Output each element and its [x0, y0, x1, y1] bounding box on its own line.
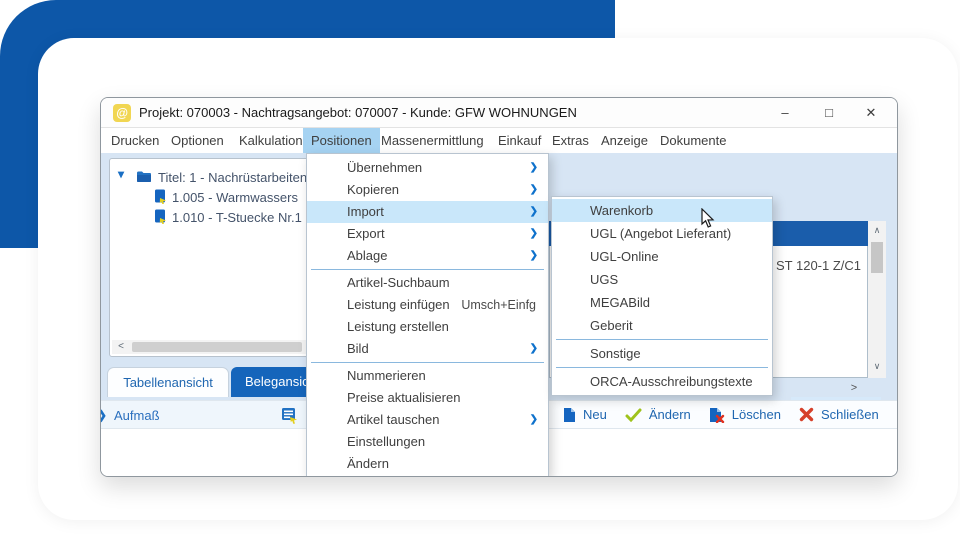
- submenu-arrow-icon: ❯: [530, 338, 538, 360]
- tree-node-label[interactable]: 1.010 - T-Stuecke Nr.1: [172, 208, 302, 228]
- menu-separator: [552, 365, 772, 370]
- menu-item-ablage[interactable]: Ablage❯: [307, 245, 548, 267]
- aufmass-label: Aufmaß: [114, 401, 160, 430]
- menubar-item-dokumente[interactable]: Dokumente: [652, 128, 734, 153]
- window-title: Projekt: 070003 - Nachtragsangebot: 0700…: [139, 98, 577, 128]
- action-bar: Neu Ändern Löschen: [549, 400, 898, 429]
- scrollbar-thumb[interactable]: [871, 242, 883, 273]
- loeschen-label: Löschen: [732, 407, 781, 422]
- position-document-icon: [154, 189, 168, 204]
- aendern-button[interactable]: Ändern: [625, 407, 691, 422]
- submenu-item-ugs[interactable]: UGS: [552, 268, 772, 291]
- new-document-icon: [563, 407, 576, 423]
- positionen-dropdown-menu: Übernehmen❯ Kopieren❯ Import❯ Export❯ Ab…: [306, 153, 549, 477]
- menubar-item-anzeige[interactable]: Anzeige: [593, 128, 656, 153]
- neu-button[interactable]: Neu: [563, 407, 607, 423]
- folder-icon: [136, 170, 152, 183]
- tree-node-label[interactable]: Titel: 1 - Nachrüstarbeiten: [158, 168, 307, 188]
- menubar-item-optionen[interactable]: Optionen: [163, 128, 232, 153]
- menu-item-artikel-tauschen[interactable]: Artikel tauschen❯: [307, 409, 548, 431]
- delete-document-icon: [709, 407, 725, 423]
- description-vertical-scrollbar[interactable]: ∧ ∨: [868, 221, 886, 378]
- menubar: Drucken Optionen Kalkulation Positionen …: [101, 128, 897, 153]
- scroll-right-icon[interactable]: >: [845, 381, 863, 395]
- submenu-item-warenkorb[interactable]: Warenkorb: [552, 199, 772, 222]
- loeschen-button[interactable]: Löschen: [709, 407, 781, 423]
- chevron-down-icon[interactable]: ▾: [118, 167, 124, 181]
- menu-item-kopieren[interactable]: Kopieren❯: [307, 179, 548, 201]
- checkmark-icon: [625, 408, 642, 422]
- aendern-label: Ändern: [649, 407, 691, 422]
- menubar-item-kalkulation[interactable]: Kalkulation: [231, 128, 311, 153]
- menu-item-export[interactable]: Export❯: [307, 223, 548, 245]
- titlebar: @ Projekt: 070003 - Nachtragsangebot: 07…: [101, 98, 897, 128]
- menu-item-einstellungen[interactable]: Einstellungen: [307, 431, 548, 453]
- menu-item-leistung-erstellen[interactable]: Leistung erstellen: [307, 316, 548, 338]
- submenu-arrow-icon: ❯: [530, 409, 538, 431]
- scroll-up-icon[interactable]: ∧: [868, 223, 886, 237]
- close-button[interactable]: ✕: [851, 98, 891, 127]
- submenu-arrow-icon: ❯: [530, 245, 538, 267]
- chevron-right-icon[interactable]: ❯: [100, 408, 107, 422]
- submenu-item-megabild[interactable]: MEGABild: [552, 291, 772, 314]
- import-submenu: Warenkorb UGL (Angebot Lieferant) UGL-On…: [551, 196, 773, 396]
- submenu-item-orca-ausschreibungstexte[interactable]: ORCA-Ausschreibungstexte: [552, 370, 772, 393]
- menu-item-aendern[interactable]: Ändern: [307, 453, 548, 475]
- shortcut-label: Umsch+Einfg: [461, 294, 536, 316]
- submenu-arrow-icon: ❯: [530, 179, 538, 201]
- menubar-item-massenermittlung[interactable]: Massenermittlung: [373, 128, 492, 153]
- menu-item-preise-aktualisieren[interactable]: Preise aktualisieren: [307, 387, 548, 409]
- menu-separator: [552, 337, 772, 342]
- menu-item-bild[interactable]: Bild❯: [307, 338, 548, 360]
- app-window: @ Projekt: 070003 - Nachtragsangebot: 07…: [100, 97, 898, 477]
- schliessen-button[interactable]: Schließen: [799, 407, 879, 422]
- position-document-icon: [154, 209, 168, 224]
- menubar-item-positionen[interactable]: Positionen: [303, 128, 380, 153]
- scroll-down-icon[interactable]: ∨: [868, 359, 886, 373]
- submenu-arrow-icon: ❯: [530, 157, 538, 179]
- submenu-item-ugl-angebot-lieferant[interactable]: UGL (Angebot Lieferant): [552, 222, 772, 245]
- menubar-item-drucken[interactable]: Drucken: [103, 128, 167, 153]
- menubar-item-einkauf[interactable]: Einkauf: [490, 128, 549, 153]
- schliessen-label: Schließen: [821, 407, 879, 422]
- submenu-arrow-icon: ❯: [530, 201, 538, 223]
- measurement-sheet-icon[interactable]: [281, 407, 298, 424]
- close-x-icon: [799, 407, 814, 422]
- menu-item-leistung-einfuegen[interactable]: Leistung einfügenUmsch+Einfg: [307, 294, 548, 316]
- submenu-item-geberit[interactable]: Geberit: [552, 314, 772, 337]
- submenu-item-ugl-online[interactable]: UGL-Online: [552, 245, 772, 268]
- app-logo-icon: @: [113, 104, 131, 122]
- menubar-item-extras[interactable]: Extras: [544, 128, 597, 153]
- maximize-button[interactable]: □: [809, 98, 849, 127]
- scrollbar-thumb[interactable]: [132, 342, 302, 352]
- mouse-cursor: [701, 208, 716, 228]
- submenu-arrow-icon: ❯: [530, 223, 538, 245]
- menu-item-nummerieren[interactable]: Nummerieren: [307, 365, 548, 387]
- menu-item-uebernehmen[interactable]: Übernehmen❯: [307, 157, 548, 179]
- menu-item-artikel-suchbaum[interactable]: Artikel-Suchbaum: [307, 272, 548, 294]
- minimize-button[interactable]: –: [765, 98, 805, 127]
- tab-tabellenansicht[interactable]: Tabellenansicht: [107, 367, 229, 397]
- page-canvas: @ Projekt: 070003 - Nachtragsangebot: 07…: [0, 0, 960, 541]
- scroll-left-icon[interactable]: <: [114, 340, 128, 354]
- menu-item-import[interactable]: Import❯: [307, 201, 548, 223]
- submenu-item-sonstige[interactable]: Sonstige: [552, 342, 772, 365]
- tree-node-label[interactable]: 1.005 - Warmwassers: [172, 188, 298, 208]
- neu-label: Neu: [583, 407, 607, 422]
- description-text: ST 120-1 Z/C1: [776, 258, 861, 273]
